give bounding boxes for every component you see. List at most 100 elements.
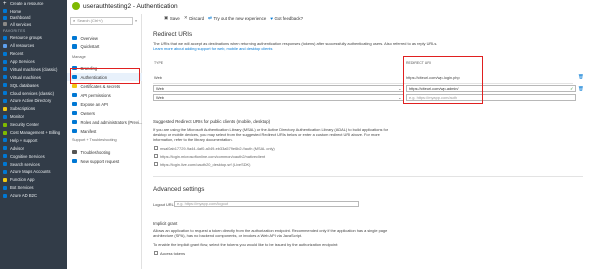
menu-item-icon [72,158,77,164]
implicit-grant-heading: Implicit grant [153,221,178,226]
service-icon [3,185,7,190]
service-icon [3,122,7,127]
row3-type-select[interactable]: Web ⌄ [153,94,404,101]
row2-uri-input[interactable]: https://citeurl.com/wp-admin/ ✓ [406,85,576,92]
sidebar-item[interactable]: Resource groups [0,34,67,42]
menu-item[interactable]: Quickstart [67,43,142,51]
sidebar-item[interactable]: Search services [0,160,67,168]
menu-item-icon [72,119,77,125]
sidebar-item[interactable]: Virtual machines (classic) [0,65,67,73]
service-icon [3,91,7,96]
sidebar-item[interactable]: Azure Active Directory [0,97,67,105]
sidebar-item[interactable]: Recent [0,50,67,58]
sidebar-item-label: Monitor [10,114,24,120]
sidebar-item[interactable]: Azure AD B2C [0,192,67,200]
sidebar-item[interactable]: Cost Management + Billing [0,129,67,137]
sidebar-item[interactable]: SQL databases [0,81,67,89]
logout-url-input[interactable]: e.g. https://myapp.com/logout [174,200,359,207]
menu-item-icon [72,101,77,107]
sidebar-item-label: Azure Maps Accounts [10,169,51,175]
menu-item[interactable]: Expose an API [67,100,142,108]
learn-more-link[interactable]: Learn more about adding support for web,… [153,46,272,51]
new-redirect-uri-input[interactable]: e.g. https://myapp.com/auth [406,94,576,101]
collapse-menu-button[interactable]: « [135,18,137,23]
sidebar-item[interactable]: + Create a resource [0,0,67,8]
sidebar-item-label: Virtual machines (classic) [10,66,58,72]
sidebar-item[interactable]: Help + support [0,136,67,144]
sidebar-item[interactable]: All resources [0,42,67,50]
suggested-uri-checkbox[interactable] [154,161,158,166]
menu-item-icon [72,110,77,116]
menu-item[interactable]: Certificates & secrets [67,82,142,90]
sidebar-item-label: Bot Services [10,185,34,191]
menu-item[interactable]: Roles and administrators (Previ... [67,118,142,126]
sidebar-item[interactable]: Virtual machines [0,73,67,81]
service-icon [3,154,7,159]
suggested-uri-checkbox[interactable] [154,145,158,150]
command-bar: ▣ Save ✕ Discard ⇄ Try out the new exper… [164,14,307,22]
service-icon [3,75,7,80]
row1-uri: https://citeurl.com/wp-login.php [406,75,460,80]
sidebar-item-label: Subscriptions [10,106,36,112]
sidebar-item[interactable]: Cloud services (classic) [0,89,67,97]
row1-type: Web [154,75,162,80]
menu-item-label: New support request [80,158,120,164]
menu-item[interactable]: Owners [67,109,142,117]
sidebar-item[interactable]: Cognitive Services [0,152,67,160]
sidebar-item[interactable]: Bot Services [0,184,67,192]
search-input[interactable]: ⌕ Search (Ctrl+/) [70,17,133,25]
menu-item[interactable]: Overview [67,34,142,42]
service-icon [3,15,7,20]
feedback-button[interactable]: Got feedback? [275,16,304,21]
row2-uri-value: https://citeurl.com/wp-admin/ [409,85,459,91]
menu-item-label: Expose an API [80,101,108,107]
service-icon [3,106,7,111]
sidebar-item-label: Create a resource [10,1,44,7]
service-icon [3,35,7,40]
sidebar-item[interactable]: Azure Maps Accounts [0,168,67,176]
menu-item-icon [72,92,77,98]
access-tokens-checkbox[interactable] [154,251,158,255]
sidebar-item[interactable]: Advisor [0,144,67,152]
authentication-blade: userauthtesting2 - Authentication ⌕ Sear… [67,0,600,269]
chevron-down-icon: ⌄ [398,95,402,101]
page-title: userauthtesting2 - Authentication [83,2,178,10]
discard-button[interactable]: Discard [189,16,204,21]
sidebar-item[interactable]: App Services [0,58,67,66]
trash-icon[interactable]: 🗑 [578,86,584,91]
menu-item-label: Manifest [80,128,97,134]
menu-item-label: Troubleshooting [80,149,111,155]
authentication-content: Redirect URIs The URIs that we will acce… [153,24,598,269]
sidebar-item-label: Azure Active Directory [10,98,52,104]
sidebar-item-label: Azure AD B2C [10,193,37,199]
sidebar-item[interactable]: Subscriptions [0,105,67,113]
service-icon [3,130,7,135]
menu-item[interactable]: Authentication [67,73,142,81]
save-button[interactable]: Save [170,16,180,21]
menu-item[interactable]: API permissions [67,91,142,99]
advanced-settings-heading: Advanced settings [153,186,205,193]
suggested-heading: Suggested Redirect URIs for public clien… [153,119,271,124]
sidebar-item-label: Cloud services (classic) [10,90,54,96]
sidebar-item[interactable]: Function App [0,176,67,184]
suggested-uri-checkbox[interactable] [154,153,158,158]
menu-item-label: Branding [80,65,98,71]
menu-item-icon [72,83,77,89]
sidebar-item[interactable]: Monitor [0,113,67,121]
row3-type-value: Web [156,94,164,100]
menu-item-label: Roles and administrators (Previ... [80,119,143,125]
menu-item-label: Owners [80,110,95,116]
trash-icon[interactable]: 🗑 [578,74,584,79]
row2-type-select[interactable]: Web ⌄ [153,85,404,92]
sidebar-item-label: Dashboard [10,15,31,21]
menu-item-label: Overview [80,35,98,41]
check-icon: ✓ [570,86,574,92]
menu-item[interactable]: Manifest [67,127,142,135]
menu-item[interactable]: New support request [67,157,142,165]
service-icon [3,22,7,27]
menu-item[interactable]: Troubleshooting [67,148,142,156]
sidebar-item[interactable]: Security Center [0,121,67,129]
menu-item-icon [72,128,77,134]
try-new-experience-button[interactable]: Try out the new experience [213,16,266,21]
menu-item[interactable]: Branding [67,64,142,72]
